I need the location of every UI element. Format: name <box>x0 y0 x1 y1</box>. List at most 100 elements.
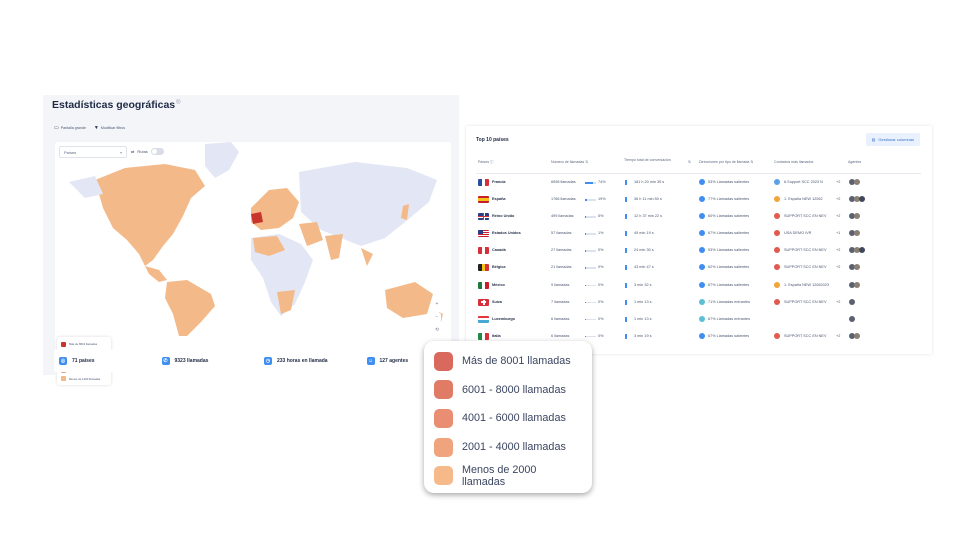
country-name[interactable]: España <box>492 197 506 201</box>
country-name[interactable]: Bélgica <box>492 265 506 269</box>
direction-text: 53% Llamadas salientes <box>708 180 750 184</box>
flag-icon <box>478 196 489 204</box>
filters-button[interactable]: ▼ Modificar filtros <box>94 125 125 131</box>
contact-name[interactable]: SUPPORT SCC EN NEV <box>784 214 826 218</box>
contact-icon <box>774 247 780 254</box>
direction-text: 67% Llamadas entrantes <box>708 316 751 321</box>
contact-icon <box>774 298 780 305</box>
col-header-agents[interactable]: Agentes <box>848 160 861 165</box>
contact-name[interactable]: 6.Support SCC 2023 N <box>784 180 823 184</box>
direction-icon <box>699 264 705 271</box>
table-row[interactable]: Estados Unidos 57 llamadas 1% 49 min 19 … <box>476 226 921 243</box>
time-bar <box>625 231 627 237</box>
time-bar <box>625 299 627 305</box>
flag-icon <box>478 281 489 289</box>
col-header-country[interactable]: Países ⓘ <box>478 160 494 165</box>
table-row[interactable]: España 1766 llamadas 19% 36 h 11 min 50 … <box>476 192 921 209</box>
card-title: Top 10 países <box>476 137 509 143</box>
avatar[interactable] <box>854 332 860 339</box>
table-row[interactable]: Francia 6998 llamadas 74% 181 h 20 min 3… <box>476 175 921 192</box>
routes-toggle[interactable]: ⇄ Rutas <box>131 148 164 155</box>
calls-share: 19% <box>598 197 606 202</box>
talk-time: 3 min 32 s <box>634 282 652 287</box>
contact-more[interactable]: +2 <box>836 214 840 218</box>
country-name[interactable]: Suiza <box>492 300 502 304</box>
contact-name[interactable]: 1. España NEW 12062 <box>784 197 823 201</box>
countries-select[interactable]: Países ▾ <box>59 146 127 158</box>
country-name[interactable]: Francia <box>492 180 506 184</box>
flag-icon <box>478 179 489 186</box>
avatar[interactable] <box>859 247 865 254</box>
manage-columns-button[interactable]: ▤ Gestionar columnas <box>865 133 920 146</box>
world-map[interactable]: Países ▾ ⇄ Rutas Más de 8001 llamadas 60… <box>55 142 451 436</box>
table-row[interactable]: Canadá 27 llamadas 0% 24 min 30 s 93% Ll… <box>476 243 921 260</box>
contact-more[interactable]: +1 <box>836 231 840 235</box>
legend-swatch <box>61 376 66 382</box>
direction-icon <box>699 247 705 254</box>
contact-name[interactable]: SUPPORT SCC EN NEV <box>784 265 826 269</box>
avatar[interactable] <box>849 298 855 305</box>
table-row[interactable]: México 9 llamadas 0% 3 min 32 s 67% Llam… <box>476 278 921 295</box>
map-region-india <box>325 234 343 260</box>
calls-share-bar <box>585 182 596 184</box>
avatar[interactable] <box>854 264 860 271</box>
avatar[interactable] <box>859 196 865 203</box>
talk-time: 43 min 47 s <box>634 265 654 270</box>
calls-count: 6998 llamadas <box>551 180 576 184</box>
calls-count: 27 llamadas <box>551 248 572 253</box>
table-row[interactable]: Luxemburgo 6 llamadas 0% 1 min 13 s 67% … <box>476 312 921 329</box>
avatar[interactable] <box>854 213 860 220</box>
avatar[interactable] <box>854 179 860 185</box>
contact-name[interactable]: USA DEMO IVR <box>784 231 811 235</box>
contact-more[interactable]: +2 <box>836 248 840 252</box>
info-icon[interactable]: ® <box>176 100 180 106</box>
avatar[interactable] <box>854 230 860 237</box>
legend-swatch <box>434 380 453 400</box>
contact-more[interactable]: +2 <box>836 180 840 184</box>
flag-icon <box>478 247 489 255</box>
avatar[interactable] <box>854 281 860 288</box>
country-name[interactable]: Italia <box>492 334 501 338</box>
country-name[interactable]: Reino Unido <box>492 214 514 218</box>
country-name[interactable]: Luxemburgo <box>492 317 515 321</box>
contact-name[interactable]: SUPPORT SCC EN NEV <box>784 248 826 252</box>
sort-icon[interactable]: ⇅ <box>688 160 691 165</box>
col-header-time[interactable]: Tiempo total de conversación <box>624 158 684 163</box>
calls-count: 21 llamadas <box>551 265 572 270</box>
contact-name[interactable]: SUPPORT SCC EN NEV <box>784 334 826 338</box>
contact-more[interactable]: +2 <box>836 334 840 338</box>
table-row[interactable]: Reino Unido 499 llamadas 5% 12 h 37 min … <box>476 209 921 226</box>
avatar[interactable] <box>849 315 855 322</box>
reset-view-button[interactable]: ⟲ <box>433 326 441 334</box>
contact-more[interactable]: +2 <box>836 197 840 201</box>
country-name[interactable]: Canadá <box>492 248 506 252</box>
calls-share-bar <box>585 199 596 201</box>
contact-more[interactable]: +2 <box>836 300 840 304</box>
time-bar <box>625 197 627 203</box>
calls-count: 6 llamadas <box>551 316 570 321</box>
table-row[interactable]: Bélgica 21 llamadas 0% 43 min 47 s 62% L… <box>476 260 921 277</box>
country-name[interactable]: Estados Unidos <box>492 231 521 235</box>
map-region-greenland <box>205 142 239 178</box>
col-header-calls[interactable]: Número de llamadas ⇅ <box>551 160 588 165</box>
direction-text: 71% Llamadas entrantes <box>708 299 751 304</box>
direction-text: 77% Llamadas salientes <box>708 197 750 202</box>
contact-name[interactable]: SUPPORT SCC EN NEV <box>784 300 826 304</box>
country-name[interactable]: México <box>492 283 505 287</box>
calls-share-bar <box>585 233 596 235</box>
stat-card-countries: ◎ 71 países <box>54 350 153 372</box>
talk-time: 3 min 19 s <box>634 333 652 338</box>
col-header-direction[interactable]: Direcciones por tipo de llamada ⇅ <box>699 160 753 165</box>
talk-time: 181 h 20 min 35 s <box>634 180 665 184</box>
fullscreen-button[interactable]: ▭ Pantalla grande <box>54 125 86 131</box>
routes-switch[interactable] <box>150 148 164 155</box>
table-row[interactable]: Suiza 7 llamadas 0% 1 min 13 s 71% Llama… <box>476 295 921 312</box>
col-header-contacted[interactable]: Contactos más llamados <box>774 160 813 165</box>
zoom-in-button[interactable]: + <box>433 300 441 308</box>
zoom-out-button[interactable]: − <box>433 313 441 321</box>
contact-icon <box>774 230 780 237</box>
contact-more[interactable]: +2 <box>836 265 840 269</box>
contact-name[interactable]: 1. España NEW 12062023 <box>784 283 829 287</box>
talk-time: 36 h 11 min 50 s <box>634 197 662 202</box>
direction-text: 93% Llamadas salientes <box>708 248 750 253</box>
